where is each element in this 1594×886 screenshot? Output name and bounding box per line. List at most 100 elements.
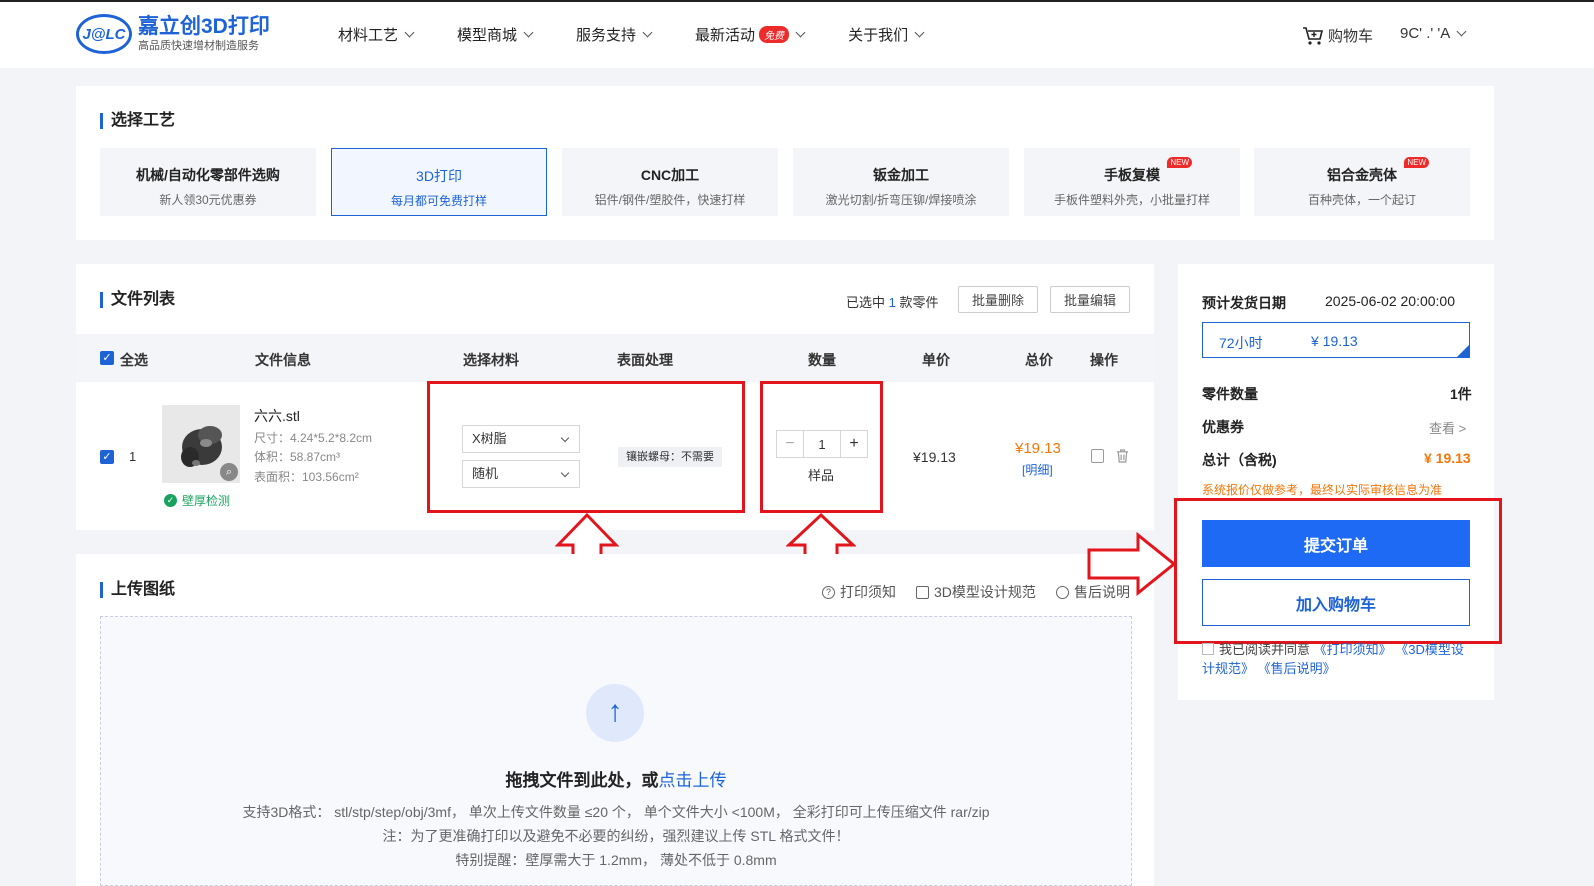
parts-count-label: 零件数量	[1202, 386, 1258, 402]
agree-prefix: 我已阅读并同意	[1219, 642, 1311, 657]
file-name: 六六.stl	[254, 408, 300, 424]
ship-option-price: ¥ 19.13	[1311, 333, 1358, 349]
shipping-option[interactable]: 72小时 ¥ 19.13	[1202, 322, 1470, 358]
ship-date-value: 2025-06-02 20:00:00	[1325, 293, 1455, 309]
cart-icon	[1303, 26, 1324, 45]
coupon-view-link[interactable]: 查看 >	[1429, 418, 1466, 437]
card-desc: 每月都可免费打样	[390, 194, 487, 208]
site-logo[interactable]: J@LC 嘉立创3D打印 高品质快速增材制造服务	[76, 14, 270, 54]
batch-edit-button[interactable]: 批量编辑	[1050, 286, 1130, 313]
nav-label: 材料工艺	[338, 27, 399, 44]
chevron-down-icon	[523, 27, 534, 38]
logo-mark: J@LC	[76, 14, 132, 54]
wall-thickness-check-link[interactable]: ✓ 壁厚检测	[164, 492, 230, 509]
row-checkbox[interactable]: ✓	[100, 450, 114, 464]
card-name: 钣金加工	[873, 167, 929, 183]
process-card-mechanical[interactable]: 机械/自动化零部件选购 新人领30元优惠券	[100, 148, 316, 216]
new-badge: NEW	[1167, 157, 1192, 168]
selected-count-text: 已选中 1 款零件	[846, 292, 939, 311]
process-card-sheet-metal[interactable]: 钣金加工 激光切割/折弯压铆/焊接喷涂	[793, 148, 1009, 216]
card-desc: 手板件塑料外壳，小批量打样	[1053, 193, 1210, 207]
card-name-text: 手板复模	[1104, 167, 1160, 183]
check-circle-icon: ✓	[164, 494, 177, 507]
file-list-title: 文件列表	[100, 292, 175, 308]
col-action: 操作	[1090, 352, 1118, 368]
nav-support[interactable]: 服务支持	[576, 24, 653, 45]
free-badge: 免费	[759, 26, 790, 43]
logo-title: 嘉立创3D打印	[138, 15, 270, 38]
nav-label: 模型商城	[457, 27, 518, 44]
batch-delete-button[interactable]: 批量删除	[958, 286, 1038, 313]
wall-thickness-note: 特别提醒：壁厚需大于 1.2mm， 薄处不低于 0.8mm	[455, 852, 777, 868]
col-material: 选择材料	[463, 352, 519, 368]
nav-label: 最新活动	[695, 27, 756, 44]
card-name: 铝合金壳体 NEW	[1327, 157, 1429, 185]
total-label: 总计（含税)	[1202, 452, 1277, 468]
col-quantity: 数量	[808, 352, 836, 368]
main-nav: 材料工艺 模型商城 服务支持 最新活动 免费 关于我们	[338, 24, 967, 45]
card-name: CNC加工	[640, 167, 700, 183]
trash-icon[interactable]	[1116, 449, 1129, 463]
process-card-aluminum-shell[interactable]: 铝合金壳体 NEW 百种壳体，一个起订	[1254, 148, 1470, 216]
process-card-prototype-mold[interactable]: 手板复模 NEW 手板件塑料外壳，小批量打样	[1024, 148, 1240, 216]
cube-icon	[916, 585, 929, 599]
arrow-right-icon	[1087, 532, 1177, 596]
card-desc: 新人领30元优惠券	[159, 193, 257, 207]
chevron-down-icon	[914, 27, 925, 38]
annotation-box-material	[427, 381, 745, 513]
headset-icon	[1056, 585, 1069, 599]
card-name: 3D打印	[416, 168, 462, 184]
cart-link[interactable]: 购物车	[1302, 25, 1373, 46]
drop-text: 拖拽文件到此处，或	[505, 771, 659, 790]
coupon-label: 优惠券	[1202, 419, 1244, 435]
file-area: 表面积：103.56cm²	[254, 470, 359, 484]
row-index: 1	[129, 449, 137, 464]
click-upload-link[interactable]: 点击上传	[659, 771, 727, 790]
agreement-text: 我已阅读并同意 《打印须知》 《3D模型设计规范》 《售后说明》	[1202, 640, 1474, 678]
user-name: 9C' .' 'A	[1400, 25, 1451, 42]
cart-label: 购物车	[1328, 28, 1374, 45]
process-card-3d-printing[interactable]: 3D打印 每月都可免费打样	[331, 148, 547, 216]
col-file-info: 文件信息	[255, 352, 311, 368]
copy-icon[interactable]	[1091, 449, 1104, 463]
user-menu[interactable]: 9C' .' 'A	[1400, 25, 1467, 42]
chevron-down-icon	[795, 27, 806, 38]
nav-about[interactable]: 关于我们	[848, 24, 925, 45]
upload-arrow-icon[interactable]: ↑	[586, 684, 644, 742]
file-table-header	[76, 334, 1154, 382]
card-desc: 百种壳体，一个起订	[1307, 193, 1416, 207]
print-notice-link[interactable]: ? 打印须知	[822, 582, 896, 602]
card-desc: 激光切割/折弯压铆/焊接喷涂	[825, 193, 977, 207]
nav-materials[interactable]: 材料工艺	[338, 24, 415, 45]
card-name: 手板复模 NEW	[1104, 157, 1192, 185]
design-spec-link[interactable]: 3D模型设计规范	[916, 582, 1036, 602]
question-icon: ?	[822, 585, 835, 599]
selected-prefix: 已选中	[846, 295, 886, 310]
file-volume: 体积：58.87cm³	[254, 450, 341, 464]
selected-suffix: 款零件	[899, 295, 939, 310]
upload-title: 上传图纸	[100, 582, 175, 598]
ship-option-label: 72小时	[1219, 335, 1263, 351]
col-select-all: 全选	[120, 352, 148, 368]
process-title: 选择工艺	[100, 113, 175, 129]
print-notice-agreement-link[interactable]: 《打印须知》	[1314, 642, 1392, 657]
stl-note: 注：为了更准确打印以及避免不必要的纠纷，强烈建议上传 STL 格式文件！	[382, 828, 850, 844]
agreement-checkbox[interactable]	[1202, 643, 1214, 655]
nav-model-store[interactable]: 模型商城	[457, 24, 534, 45]
logo-subtitle: 高品质快速增材制造服务	[138, 40, 259, 52]
card-name: 机械/自动化零部件选购	[136, 167, 280, 183]
model-thumbnail[interactable]: ⌕	[162, 405, 240, 483]
process-card-cnc[interactable]: CNC加工 铝件/钢件/塑胶件，快速打样	[562, 148, 778, 216]
col-total: 总价	[1025, 352, 1053, 368]
selected-count: 1	[888, 295, 896, 310]
parts-count-value: 1件	[1450, 386, 1472, 402]
select-all-checkbox[interactable]: ✓	[100, 351, 114, 365]
price-disclaimer: 系统报价仅做参考，最终以实际审核信息为准	[1202, 483, 1443, 497]
chevron-down-icon	[642, 27, 653, 38]
price-detail-link[interactable]: [明细]	[1022, 461, 1053, 478]
link-label: 3D模型设计规范	[934, 584, 1036, 600]
zoom-icon[interactable]: ⌕	[220, 463, 238, 481]
top-navigation-bar: J@LC 嘉立创3D打印 高品质快速增材制造服务 材料工艺 模型商城 服务支持 …	[0, 0, 1594, 68]
after-sales-agreement-link[interactable]: 《售后说明》	[1258, 661, 1336, 676]
nav-promotions[interactable]: 最新活动 免费	[695, 24, 806, 45]
